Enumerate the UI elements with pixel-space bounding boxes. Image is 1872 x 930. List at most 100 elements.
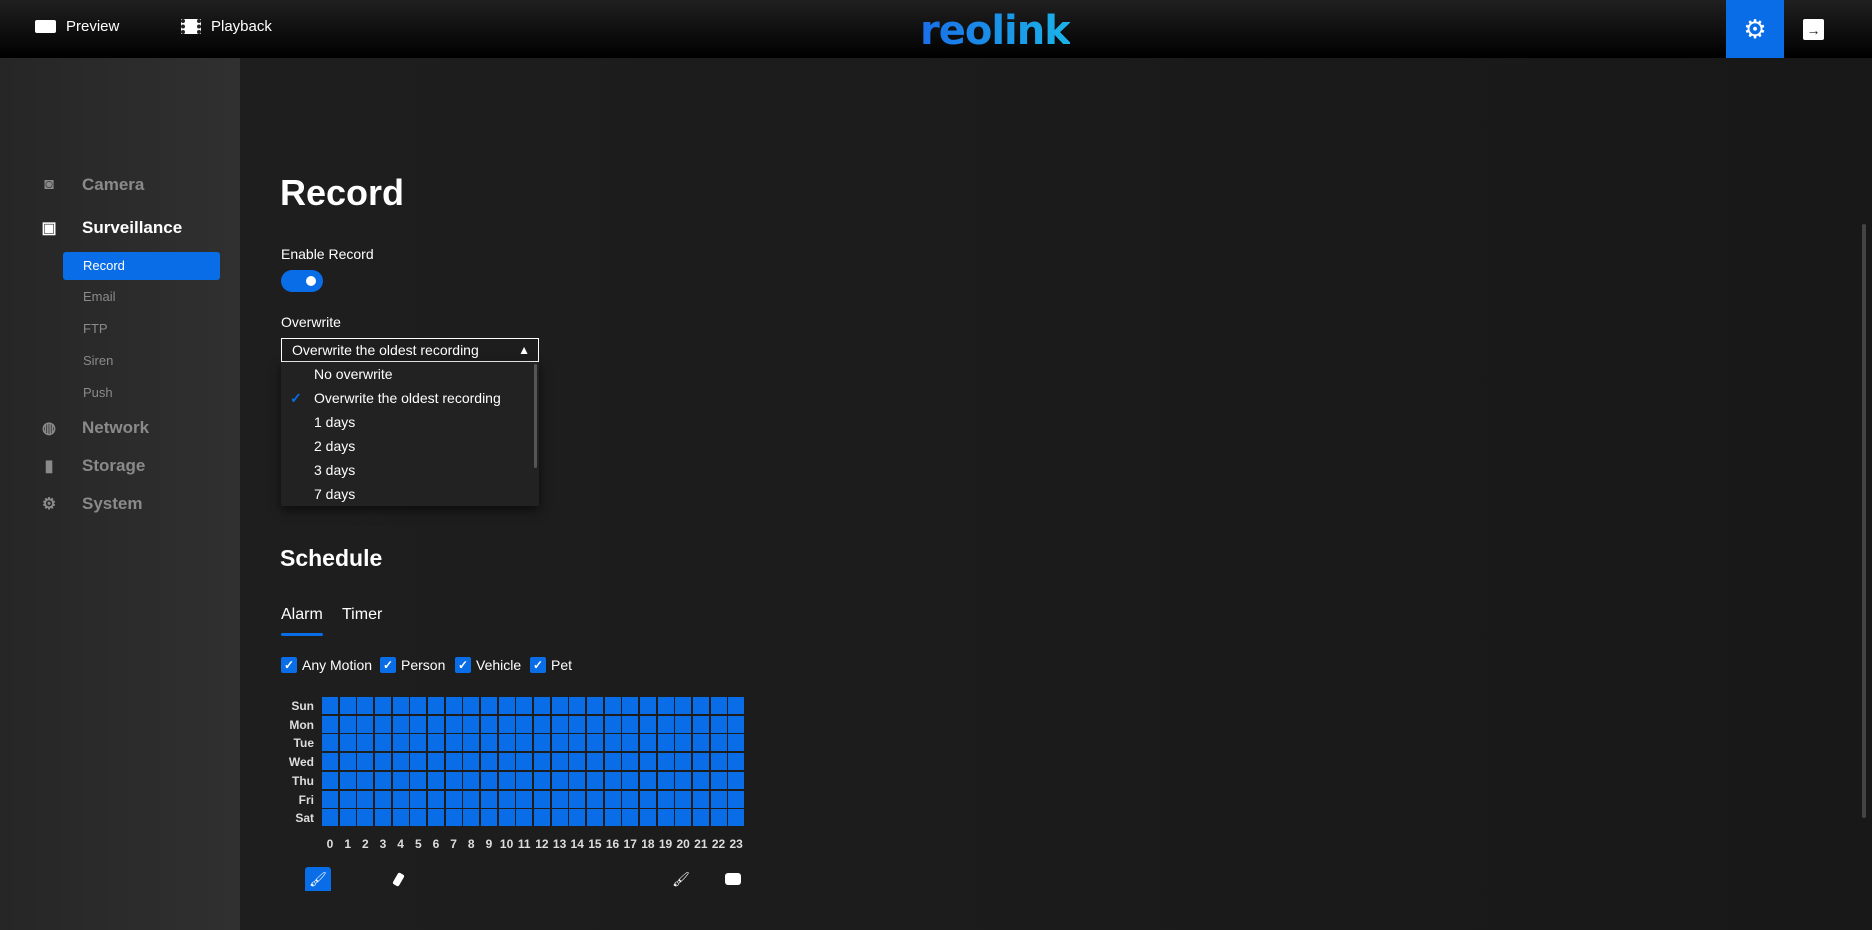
schedule-cell-sat-23[interactable] (728, 809, 745, 827)
schedule-cell-mon-18[interactable] (639, 715, 656, 733)
hour-label-5[interactable]: 5 (409, 837, 427, 851)
schedule-cell-sat-18[interactable] (639, 809, 656, 827)
schedule-cell-sat-16[interactable] (604, 809, 621, 827)
schedule-cell-thu-3[interactable] (374, 771, 391, 789)
schedule-cell-fri-20[interactable] (675, 790, 692, 808)
preview-button[interactable]: Preview (35, 18, 119, 35)
option-2-days[interactable]: 2 days (314, 434, 534, 458)
schedule-cell-thu-12[interactable] (533, 771, 550, 789)
day-label-fri[interactable]: Fri (270, 793, 314, 807)
schedule-cell-thu-22[interactable] (710, 771, 727, 789)
schedule-cell-thu-1[interactable] (339, 771, 356, 789)
schedule-cell-mon-15[interactable] (586, 715, 603, 733)
schedule-cell-sat-2[interactable] (357, 809, 374, 827)
schedule-cell-tue-10[interactable] (498, 734, 515, 752)
hour-label-23[interactable]: 23 (727, 837, 745, 851)
schedule-cell-wed-4[interactable] (392, 753, 409, 771)
hour-label-1[interactable]: 1 (339, 837, 357, 851)
option-no-overwrite[interactable]: No overwrite (314, 362, 534, 386)
hour-label-19[interactable]: 19 (657, 837, 675, 851)
schedule-cell-fri-5[interactable] (410, 790, 427, 808)
schedule-cell-fri-9[interactable] (480, 790, 497, 808)
schedule-cell-fri-0[interactable] (322, 790, 338, 808)
schedule-cell-mon-16[interactable] (604, 715, 621, 733)
settings-button[interactable]: ⚙ (1726, 0, 1784, 58)
hour-label-18[interactable]: 18 (639, 837, 657, 851)
schedule-cell-sun-14[interactable] (569, 697, 586, 714)
schedule-cell-sun-10[interactable] (498, 697, 515, 714)
schedule-cell-thu-19[interactable] (657, 771, 674, 789)
schedule-cell-wed-15[interactable] (586, 753, 603, 771)
sidebar-item-network[interactable]: ◍ Network (40, 418, 149, 438)
schedule-cell-tue-7[interactable] (445, 734, 462, 752)
sidebar-item-surveillance[interactable]: ▣ Surveillance (40, 218, 182, 238)
schedule-cell-tue-21[interactable] (692, 734, 709, 752)
schedule-cell-mon-14[interactable] (569, 715, 586, 733)
schedule-cell-thu-9[interactable] (480, 771, 497, 789)
schedule-cell-sun-18[interactable] (639, 697, 656, 714)
schedule-cell-thu-20[interactable] (675, 771, 692, 789)
schedule-cell-fri-7[interactable] (445, 790, 462, 808)
option-1-days[interactable]: 1 days (314, 410, 534, 434)
schedule-cell-fri-18[interactable] (639, 790, 656, 808)
schedule-cell-sat-9[interactable] (480, 809, 497, 827)
hour-label-16[interactable]: 16 (604, 837, 622, 851)
hour-label-13[interactable]: 13 (551, 837, 569, 851)
day-label-mon[interactable]: Mon (270, 718, 314, 732)
overwrite-select[interactable]: Overwrite the oldest recording ▲ (281, 338, 539, 362)
schedule-cell-thu-21[interactable] (692, 771, 709, 789)
schedule-cell-sun-23[interactable] (728, 697, 745, 714)
schedule-cell-sat-22[interactable] (710, 809, 727, 827)
sidebar-item-system[interactable]: ⚙ System (40, 494, 143, 514)
day-label-wed[interactable]: Wed (270, 755, 314, 769)
sidebar-item-siren[interactable]: Siren (63, 347, 220, 375)
schedule-cell-sat-14[interactable] (569, 809, 586, 827)
page-scrollbar[interactable] (1862, 224, 1866, 818)
schedule-cell-thu-5[interactable] (410, 771, 427, 789)
sidebar-item-storage[interactable]: ▮ Storage (40, 456, 146, 476)
schedule-cell-tue-5[interactable] (410, 734, 427, 752)
sidebar-item-push[interactable]: Push (63, 379, 220, 407)
clear-all-button[interactable] (720, 867, 746, 891)
enable-record-toggle[interactable] (281, 270, 323, 292)
hour-label-4[interactable]: 4 (392, 837, 410, 851)
schedule-cell-mon-20[interactable] (675, 715, 692, 733)
option-7-days[interactable]: 7 days (314, 482, 534, 506)
day-label-sat[interactable]: Sat (270, 811, 314, 825)
hour-label-12[interactable]: 12 (533, 837, 551, 851)
schedule-cell-wed-9[interactable] (480, 753, 497, 771)
schedule-cell-sat-8[interactable] (463, 809, 480, 827)
schedule-cell-sun-3[interactable] (374, 697, 391, 714)
schedule-cell-wed-18[interactable] (639, 753, 656, 771)
schedule-cell-sun-8[interactable] (463, 697, 480, 714)
schedule-cell-tue-6[interactable] (427, 734, 444, 752)
schedule-cell-tue-12[interactable] (533, 734, 550, 752)
schedule-cell-thu-2[interactable] (357, 771, 374, 789)
hour-label-0[interactable]: 0 (321, 837, 339, 851)
schedule-cell-sun-2[interactable] (357, 697, 374, 714)
schedule-cell-sat-21[interactable] (692, 809, 709, 827)
schedule-cell-sun-6[interactable] (427, 697, 444, 714)
schedule-cell-tue-8[interactable] (463, 734, 480, 752)
checkbox-person[interactable]: ✓ Person (380, 657, 445, 673)
schedule-cell-sat-20[interactable] (675, 809, 692, 827)
schedule-cell-sat-17[interactable] (622, 809, 639, 827)
playback-button[interactable]: Playback (181, 18, 272, 35)
select-all-button[interactable]: 🖌 (668, 867, 694, 891)
hour-label-17[interactable]: 17 (621, 837, 639, 851)
schedule-cell-thu-15[interactable] (586, 771, 603, 789)
schedule-cell-mon-17[interactable] (622, 715, 639, 733)
schedule-cell-tue-1[interactable] (339, 734, 356, 752)
schedule-cell-tue-19[interactable] (657, 734, 674, 752)
schedule-cell-sat-0[interactable] (322, 809, 338, 827)
schedule-cell-sat-11[interactable] (516, 809, 533, 827)
schedule-cell-tue-3[interactable] (374, 734, 391, 752)
schedule-cell-sun-11[interactable] (516, 697, 533, 714)
hour-label-9[interactable]: 9 (480, 837, 498, 851)
schedule-cell-mon-6[interactable] (427, 715, 444, 733)
schedule-cell-tue-18[interactable] (639, 734, 656, 752)
schedule-cell-mon-13[interactable] (551, 715, 568, 733)
schedule-cell-sat-5[interactable] (410, 809, 427, 827)
hour-label-6[interactable]: 6 (427, 837, 445, 851)
schedule-cell-sun-0[interactable] (322, 697, 338, 714)
